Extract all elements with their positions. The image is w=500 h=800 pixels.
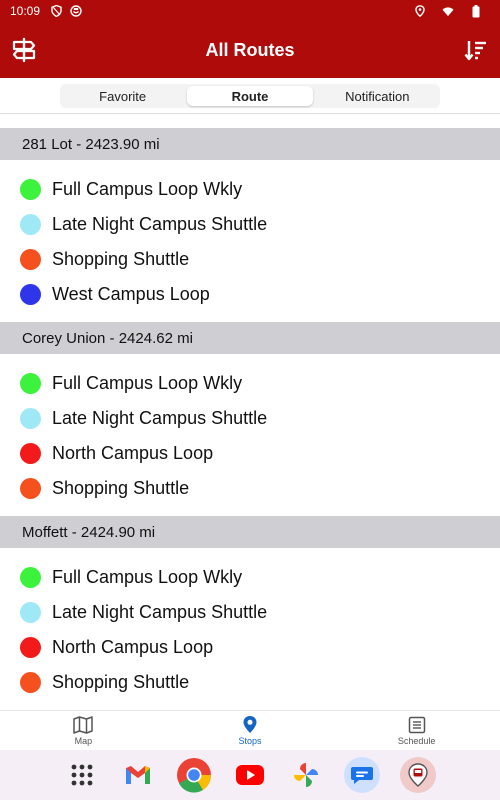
- route-color-dot: [20, 179, 41, 200]
- app-notification-icon: [70, 5, 82, 17]
- route-label: Full Campus Loop Wkly: [52, 567, 243, 587]
- route-label: Late Night Campus Shuttle: [52, 214, 268, 234]
- tab-notification[interactable]: Notification: [315, 84, 440, 108]
- gmail-icon[interactable]: [120, 757, 156, 793]
- route-color-dot: [20, 567, 41, 588]
- route-color-dot: [20, 214, 41, 235]
- route-label: Shopping Shuttle: [52, 249, 190, 269]
- route-row[interactable]: Late Night Campus Shuttle: [0, 401, 500, 436]
- shield-icon: [50, 5, 62, 17]
- route-row[interactable]: Full Campus Loop Wkly: [0, 172, 500, 207]
- route-label: Full Campus Loop Wkly: [52, 373, 243, 393]
- nav-map-label: Map: [74, 735, 93, 746]
- stop-section: 281 Lot - 2423.90 mi Full Campus Loop Wk…: [0, 128, 500, 322]
- route-row[interactable]: Late Night Campus Shuttle: [0, 207, 500, 242]
- stop-header[interactable]: Moffett - 2424.90 mi: [0, 516, 500, 548]
- app-bar: All Routes: [0, 22, 500, 78]
- route-list: Full Campus Loop Wkly Late Night Campus …: [0, 548, 500, 710]
- nav-stops-label: Stops: [238, 736, 262, 746]
- nav-map[interactable]: Map: [0, 711, 167, 750]
- wifi-icon: [442, 5, 454, 17]
- nav-schedule[interactable]: Schedule: [333, 711, 500, 750]
- route-label: North Campus Loop: [52, 637, 214, 657]
- route-row[interactable]: Late Night Campus Shuttle: [0, 595, 500, 630]
- tab-route[interactable]: Route: [187, 86, 313, 106]
- route-color-dot: [20, 284, 41, 305]
- route-color-dot: [20, 478, 41, 499]
- schedule-icon: [408, 716, 425, 733]
- nav-stops[interactable]: Stops: [167, 711, 334, 750]
- route-label: North Campus Loop: [52, 443, 214, 463]
- route-row[interactable]: Shopping Shuttle: [0, 242, 500, 277]
- stop-header[interactable]: Corey Union - 2424.62 mi: [0, 322, 500, 354]
- route-row[interactable]: North Campus Loop: [0, 436, 500, 471]
- route-color-dot: [20, 249, 41, 270]
- nav-schedule-label: Schedule: [397, 735, 436, 746]
- route-row[interactable]: West Campus Loop: [0, 277, 500, 312]
- chrome-icon[interactable]: [176, 757, 212, 793]
- route-color-dot: [20, 672, 41, 693]
- route-color-dot: [20, 373, 41, 394]
- map-icon: [73, 715, 94, 734]
- page-title: All Routes: [205, 39, 295, 60]
- route-color-dot: [20, 602, 41, 623]
- route-label: Late Night Campus Shuttle: [52, 602, 268, 622]
- tabs-container: Favorite Route Notification: [60, 84, 440, 108]
- status-bar: 10:09: [0, 0, 500, 22]
- system-dock: [0, 750, 500, 800]
- battery-icon: [470, 4, 482, 17]
- location-pin-icon: [243, 716, 257, 733]
- segmented-tabs: Favorite Route Notification: [0, 78, 500, 114]
- route-list: Full Campus Loop Wkly Late Night Campus …: [0, 160, 500, 322]
- route-label: West Campus Loop: [52, 284, 210, 304]
- youtube-icon[interactable]: [232, 757, 268, 793]
- route-row[interactable]: Shopping Shuttle: [0, 471, 500, 506]
- signpost-icon: [12, 37, 36, 63]
- route-row[interactable]: Full Campus Loop Wkly: [0, 366, 500, 401]
- route-label: Shopping Shuttle: [52, 478, 190, 498]
- route-color-dot: [20, 637, 41, 658]
- route-label: Shopping Shuttle: [52, 672, 190, 692]
- route-color-dot: [20, 408, 41, 429]
- status-time: 10:09: [10, 4, 41, 18]
- sort-button[interactable]: [460, 34, 492, 66]
- status-right-icons: [414, 4, 490, 17]
- stop-header[interactable]: 281 Lot - 2423.90 mi: [0, 128, 500, 160]
- route-color-dot: [20, 443, 41, 464]
- route-label: Late Night Campus Shuttle: [52, 408, 268, 428]
- transit-app-icon[interactable]: [400, 757, 436, 793]
- route-row[interactable]: Shopping Shuttle: [0, 665, 500, 700]
- location-icon: [414, 5, 426, 17]
- route-sign-button[interactable]: [8, 34, 40, 66]
- stop-section: Moffett - 2424.90 mi Full Campus Loop Wk…: [0, 516, 500, 710]
- bottom-nav: Map Stops Schedule: [0, 710, 500, 750]
- stops-list[interactable]: 281 Lot - 2423.90 mi Full Campus Loop Wk…: [0, 128, 500, 710]
- app-screen: 10:09 All Routes Favorite Route Notifica…: [0, 0, 500, 800]
- tab-favorite[interactable]: Favorite: [60, 84, 185, 108]
- route-label: Full Campus Loop Wkly: [52, 179, 243, 199]
- photos-icon[interactable]: [288, 757, 324, 793]
- route-row[interactable]: Full Campus Loop Wkly: [0, 560, 500, 595]
- messages-icon[interactable]: [344, 757, 380, 793]
- route-row[interactable]: North Campus Loop: [0, 630, 500, 665]
- route-list: Full Campus Loop Wkly Late Night Campus …: [0, 354, 500, 516]
- stop-section: Corey Union - 2424.62 mi Full Campus Loo…: [0, 322, 500, 516]
- app-drawer-icon[interactable]: [64, 757, 100, 793]
- sort-icon: [464, 41, 486, 61]
